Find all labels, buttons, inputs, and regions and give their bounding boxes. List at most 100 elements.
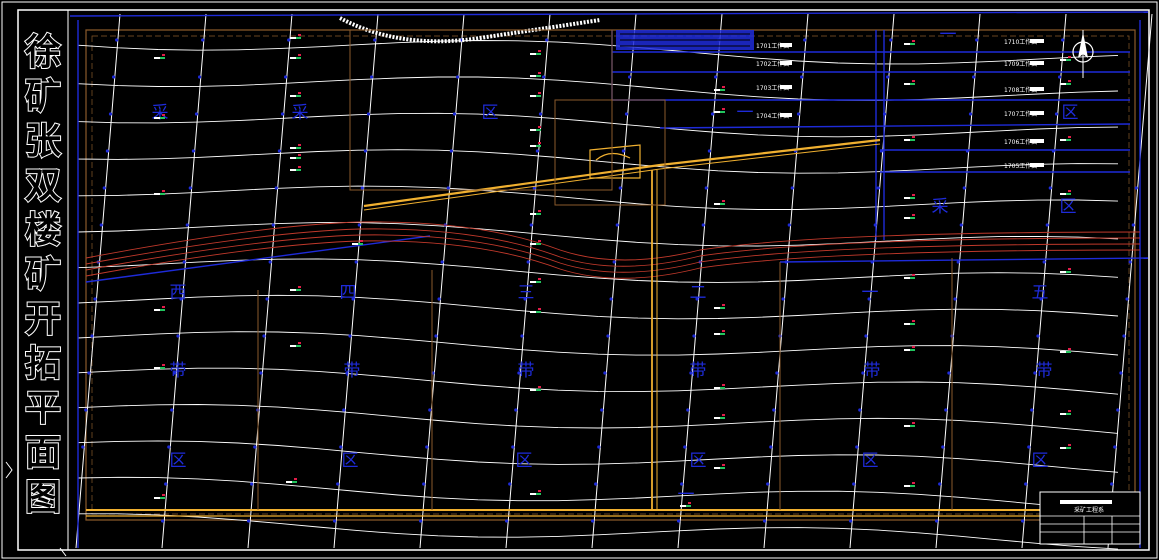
grid-tick <box>274 186 278 190</box>
grid-line-horizontal <box>77 149 1119 174</box>
elevation-marker-icon <box>290 342 301 347</box>
grid-tick <box>858 408 862 412</box>
grid-tick <box>87 371 91 375</box>
workface-label-bar <box>1030 39 1044 43</box>
elevation-marker-icon <box>290 144 301 149</box>
inner-frame <box>17 9 1150 551</box>
grid-tick <box>864 334 868 338</box>
grid-tick <box>941 445 945 449</box>
elevation-marker-icon <box>904 80 915 85</box>
grid-tick <box>1021 519 1025 523</box>
drawing-title: 徐矿张双楼矿开拓平面图 <box>23 31 62 519</box>
panel-boundaries <box>257 29 953 510</box>
grid-tick <box>597 445 601 449</box>
grid-tick <box>975 38 979 42</box>
elevation-marker-icon <box>530 490 541 495</box>
zone-wu: 五 <box>1032 283 1049 303</box>
grid-tick <box>108 112 113 116</box>
grid-tick <box>161 519 165 523</box>
grid-tick <box>766 482 770 486</box>
grid-tick <box>112 75 116 79</box>
grid-tick <box>959 223 963 227</box>
zone-dai-1: 带 <box>170 361 187 381</box>
elevation-marker-icon <box>290 154 301 159</box>
elevation-marker-icon <box>530 92 541 97</box>
grid-tick <box>1119 371 1123 375</box>
grid-tick <box>542 75 546 79</box>
grid-tick <box>336 482 340 486</box>
grid-tick <box>170 408 174 412</box>
zone-si: 四 <box>340 283 357 303</box>
zone-cai-1: 采 <box>292 103 309 123</box>
elevation-marker-icon <box>714 330 725 335</box>
title-char: 矿 <box>25 255 61 296</box>
grid-tick <box>1054 112 1059 116</box>
elevation-marker-icon <box>904 482 915 487</box>
grid-tick <box>363 149 367 153</box>
grid-tick <box>373 38 377 42</box>
zone-qu-b6: 区 <box>1032 451 1049 471</box>
elevation-marker-icon <box>904 194 915 199</box>
elevation-marker-icon <box>1060 136 1071 141</box>
title-char: 楼 <box>25 210 61 251</box>
title-char: 平 <box>25 388 61 429</box>
elevation-marker-icon <box>1060 444 1071 449</box>
zone-dai-6: 带 <box>1036 361 1053 381</box>
grid-tick <box>628 75 632 79</box>
elevation-marker-icon <box>530 278 541 283</box>
elevation-marker-icon <box>530 210 541 215</box>
grid-line-horizontal <box>77 476 1119 512</box>
grid-tick <box>775 371 779 375</box>
grid-tick <box>889 38 893 42</box>
elevation-marker-icon <box>290 92 301 97</box>
grid-tick <box>529 223 533 227</box>
grid-tick <box>603 371 607 375</box>
grid-tick <box>259 371 263 375</box>
grid-tick <box>422 482 426 486</box>
grid-tick <box>262 334 266 338</box>
grid-line-vertical <box>1107 13 1153 549</box>
grid-tick <box>609 297 613 301</box>
elevation-marker-icon <box>530 126 541 131</box>
grid-tick <box>594 482 598 486</box>
grid-line-horizontal <box>77 513 1119 550</box>
elevation-marker-icon <box>1060 190 1071 195</box>
grid-tick <box>456 75 460 79</box>
zone-yi-bottom: 一 <box>678 485 695 505</box>
zone-cai-2: 采 <box>152 103 169 123</box>
grid-tick <box>265 297 269 301</box>
grid-line-horizontal <box>77 76 1119 101</box>
elevation-marker-icon <box>714 384 725 389</box>
mining-plan-drawing: 徐矿张双楼矿开拓平面图 采区一采 区一采 区西四三二一五带带带带带带区区区区区区一 … <box>1 1 1158 559</box>
grid-tick <box>1024 482 1028 486</box>
blue-survey-lines <box>69 11 1149 548</box>
title-char: 矿 <box>25 77 61 118</box>
grid-tick <box>198 75 202 79</box>
elevation-marker-icon <box>290 286 301 291</box>
elevation-marker-icon <box>530 72 541 77</box>
title-char: 拓 <box>25 344 61 385</box>
grid-tick <box>704 186 708 190</box>
zone-cai-3: 采 <box>932 197 949 217</box>
grid-tick <box>1113 445 1117 449</box>
title-char: 徐 <box>24 32 61 73</box>
elevation-marker-icon <box>154 494 165 499</box>
grid-tick <box>360 186 364 190</box>
elevation-marker-icon <box>290 54 301 59</box>
grid-tick <box>686 408 690 412</box>
grid-tick <box>763 519 767 523</box>
zone-yi-2: 一 <box>737 103 754 123</box>
grid-tick <box>962 186 966 190</box>
grid-tick <box>1027 445 1031 449</box>
grid-tick <box>250 482 254 486</box>
grid-tick <box>357 223 361 227</box>
grid-tick <box>253 445 257 449</box>
grid-tick <box>852 482 856 486</box>
grid-tick <box>508 482 512 486</box>
grid-tick <box>938 482 942 486</box>
title-char: 张 <box>25 121 61 162</box>
grid-tick <box>612 260 616 264</box>
grid-tick <box>956 260 960 264</box>
grid-tick <box>167 445 171 449</box>
grid-tick <box>287 38 291 42</box>
